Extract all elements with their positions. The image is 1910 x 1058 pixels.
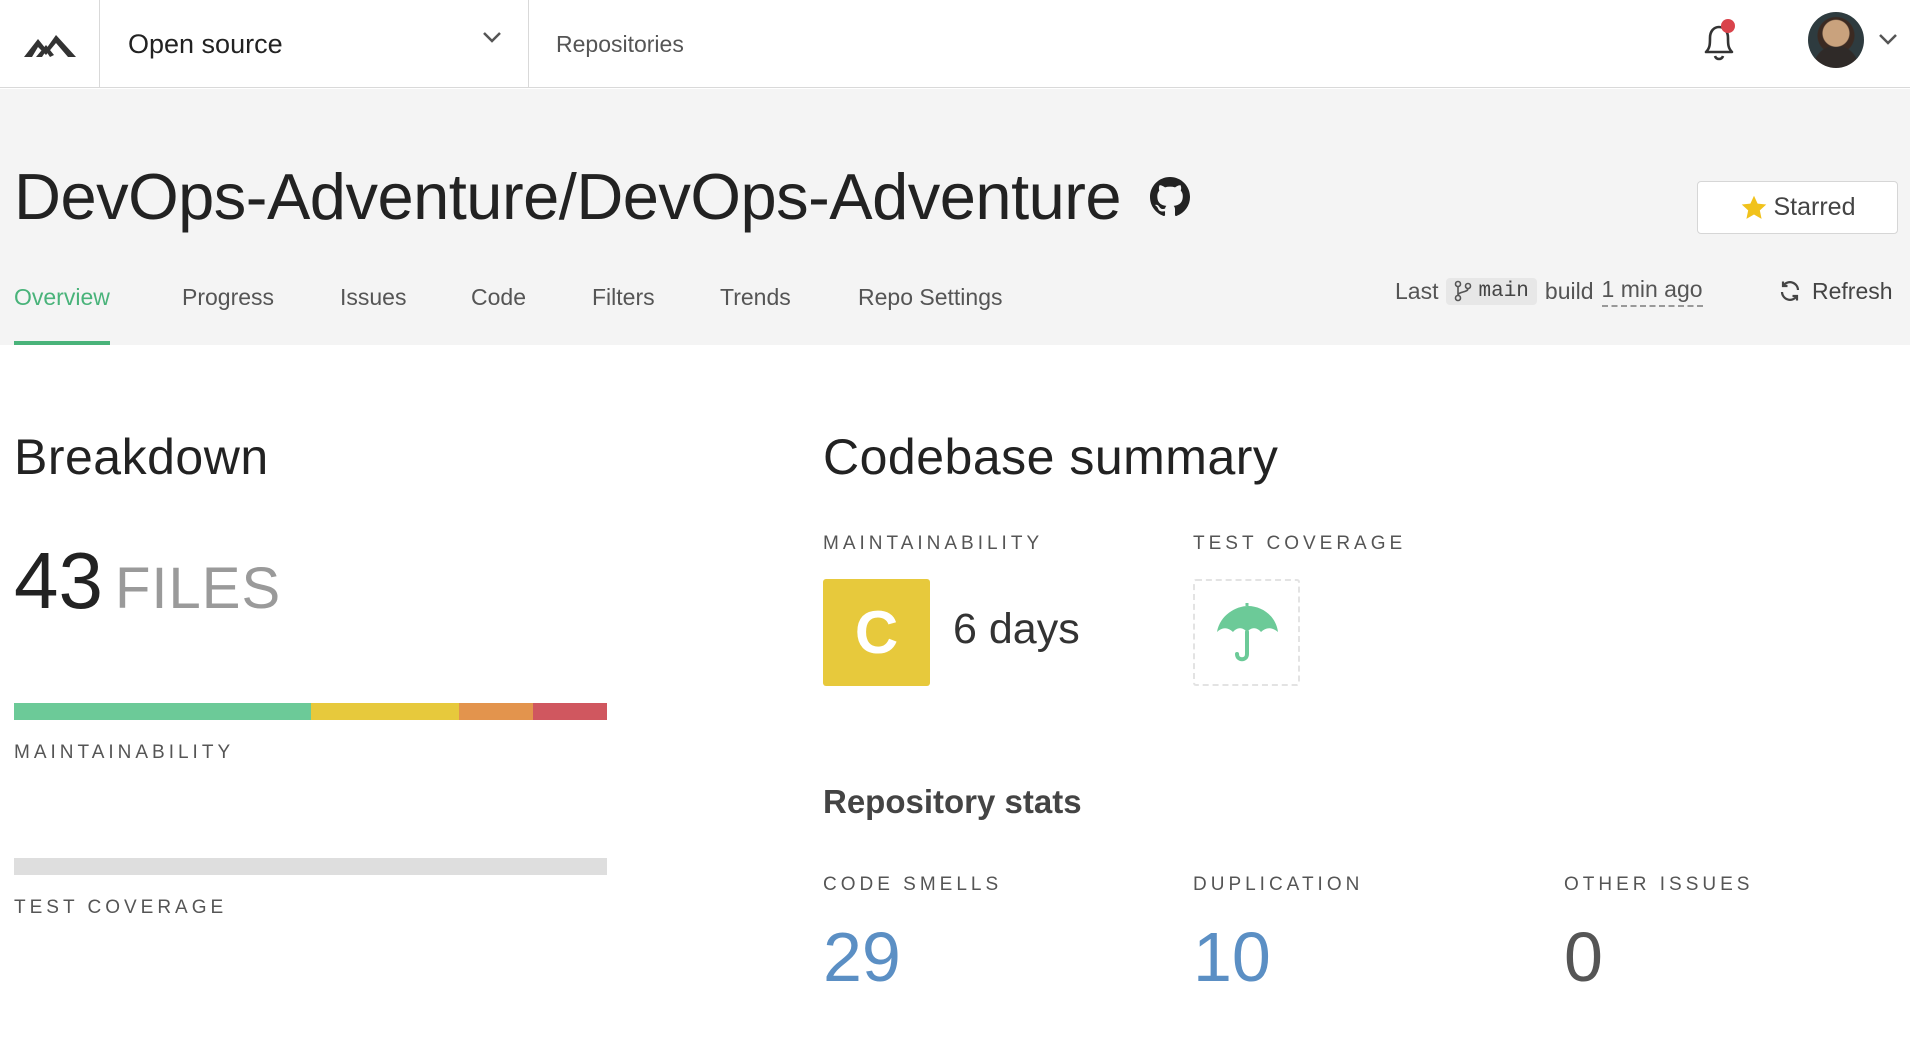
repository-title: DevOps-Adventure/DevOps-Adventure: [14, 160, 1122, 233]
duplication-label: DUPLICATION: [1193, 874, 1364, 895]
logo-home-link[interactable]: [0, 0, 100, 88]
build-word: build: [1544, 277, 1594, 304]
last-build-info: Last main build 1 min ago: [1395, 271, 1703, 311]
refresh-icon: [1780, 281, 1800, 301]
file-count: 43 FILES: [14, 535, 281, 627]
notifications-button[interactable]: [1698, 18, 1742, 64]
top-navigation-bar: Open source Repositories: [0, 0, 1910, 88]
code-smells-count[interactable]: 29: [823, 917, 901, 997]
maintainability-segment-a-b[interactable]: [14, 703, 311, 720]
chevron-down-icon: [483, 32, 501, 43]
user-avatar[interactable]: [1808, 12, 1864, 68]
repository-stats-heading: Repository stats: [823, 783, 1082, 820]
tab-repo-settings[interactable]: Repo Settings: [858, 249, 1002, 345]
other-issues-label: OTHER ISSUES: [1564, 874, 1754, 895]
notification-dot: [1721, 19, 1735, 33]
repository-header: DevOps-Adventure/DevOps-Adventure Starre…: [0, 89, 1910, 345]
tab-overview[interactable]: Overview: [14, 249, 110, 345]
tab-progress[interactable]: Progress: [182, 249, 274, 345]
summary-maintainability-label: MAINTAINABILITY: [823, 533, 1044, 554]
test-coverage-bar-label: TEST COVERAGE: [14, 897, 228, 918]
build-prefix: Last: [1395, 277, 1439, 304]
starred-button[interactable]: Starred: [1697, 181, 1898, 234]
git-branch-icon: [1455, 280, 1472, 302]
breakdown-heading: Breakdown: [14, 429, 269, 485]
codeclimate-logo-icon: [23, 35, 76, 57]
maintainability-grade-badge[interactable]: C: [823, 579, 930, 686]
maintainability-segment-e-f[interactable]: [532, 703, 607, 720]
starred-label: Starred: [1773, 193, 1856, 221]
test-coverage-bar[interactable]: [14, 858, 607, 875]
build-time[interactable]: 1 min ago: [1601, 276, 1703, 307]
codebase-summary-heading: Codebase summary: [823, 429, 1279, 485]
maintainability-bar-label: MAINTAINABILITY: [14, 742, 235, 763]
branch-name: main: [1478, 279, 1529, 303]
refresh-label: Refresh: [1812, 277, 1893, 304]
summary-test-coverage-label: TEST COVERAGE: [1193, 533, 1407, 554]
other-issues-count[interactable]: 0: [1564, 917, 1603, 997]
bell-icon: [1704, 19, 1735, 61]
maintainability-distribution-bar[interactable]: [14, 703, 607, 720]
test-coverage-setup-box[interactable]: [1193, 579, 1300, 686]
tab-trends[interactable]: Trends: [720, 249, 791, 345]
repository-tabs: Overview Progress Issues Code Filters Tr…: [0, 249, 1100, 345]
tab-filters[interactable]: Filters: [592, 249, 655, 345]
code-smells-label: CODE SMELLS: [823, 874, 1003, 895]
github-icon[interactable]: [1150, 177, 1190, 217]
technical-debt-value: 6 days: [953, 605, 1080, 653]
branch-chip: main: [1446, 277, 1537, 305]
file-count-unit: FILES: [114, 556, 282, 621]
maintainability-segment-c[interactable]: [310, 703, 459, 720]
duplication-count[interactable]: 10: [1193, 917, 1271, 997]
maintainability-segment-d[interactable]: [458, 703, 533, 720]
refresh-button[interactable]: Refresh: [1778, 271, 1893, 311]
file-count-number: 43: [14, 536, 103, 625]
repositories-link[interactable]: Repositories: [556, 0, 684, 88]
star-icon: [1741, 195, 1766, 219]
chevron-down-icon[interactable]: [1878, 32, 1898, 46]
tab-code[interactable]: Code: [471, 249, 526, 345]
organization-name: Open source: [128, 28, 283, 59]
umbrella-icon: [1216, 602, 1278, 661]
organization-selector[interactable]: Open source: [100, 0, 529, 88]
tab-issues[interactable]: Issues: [340, 249, 406, 345]
